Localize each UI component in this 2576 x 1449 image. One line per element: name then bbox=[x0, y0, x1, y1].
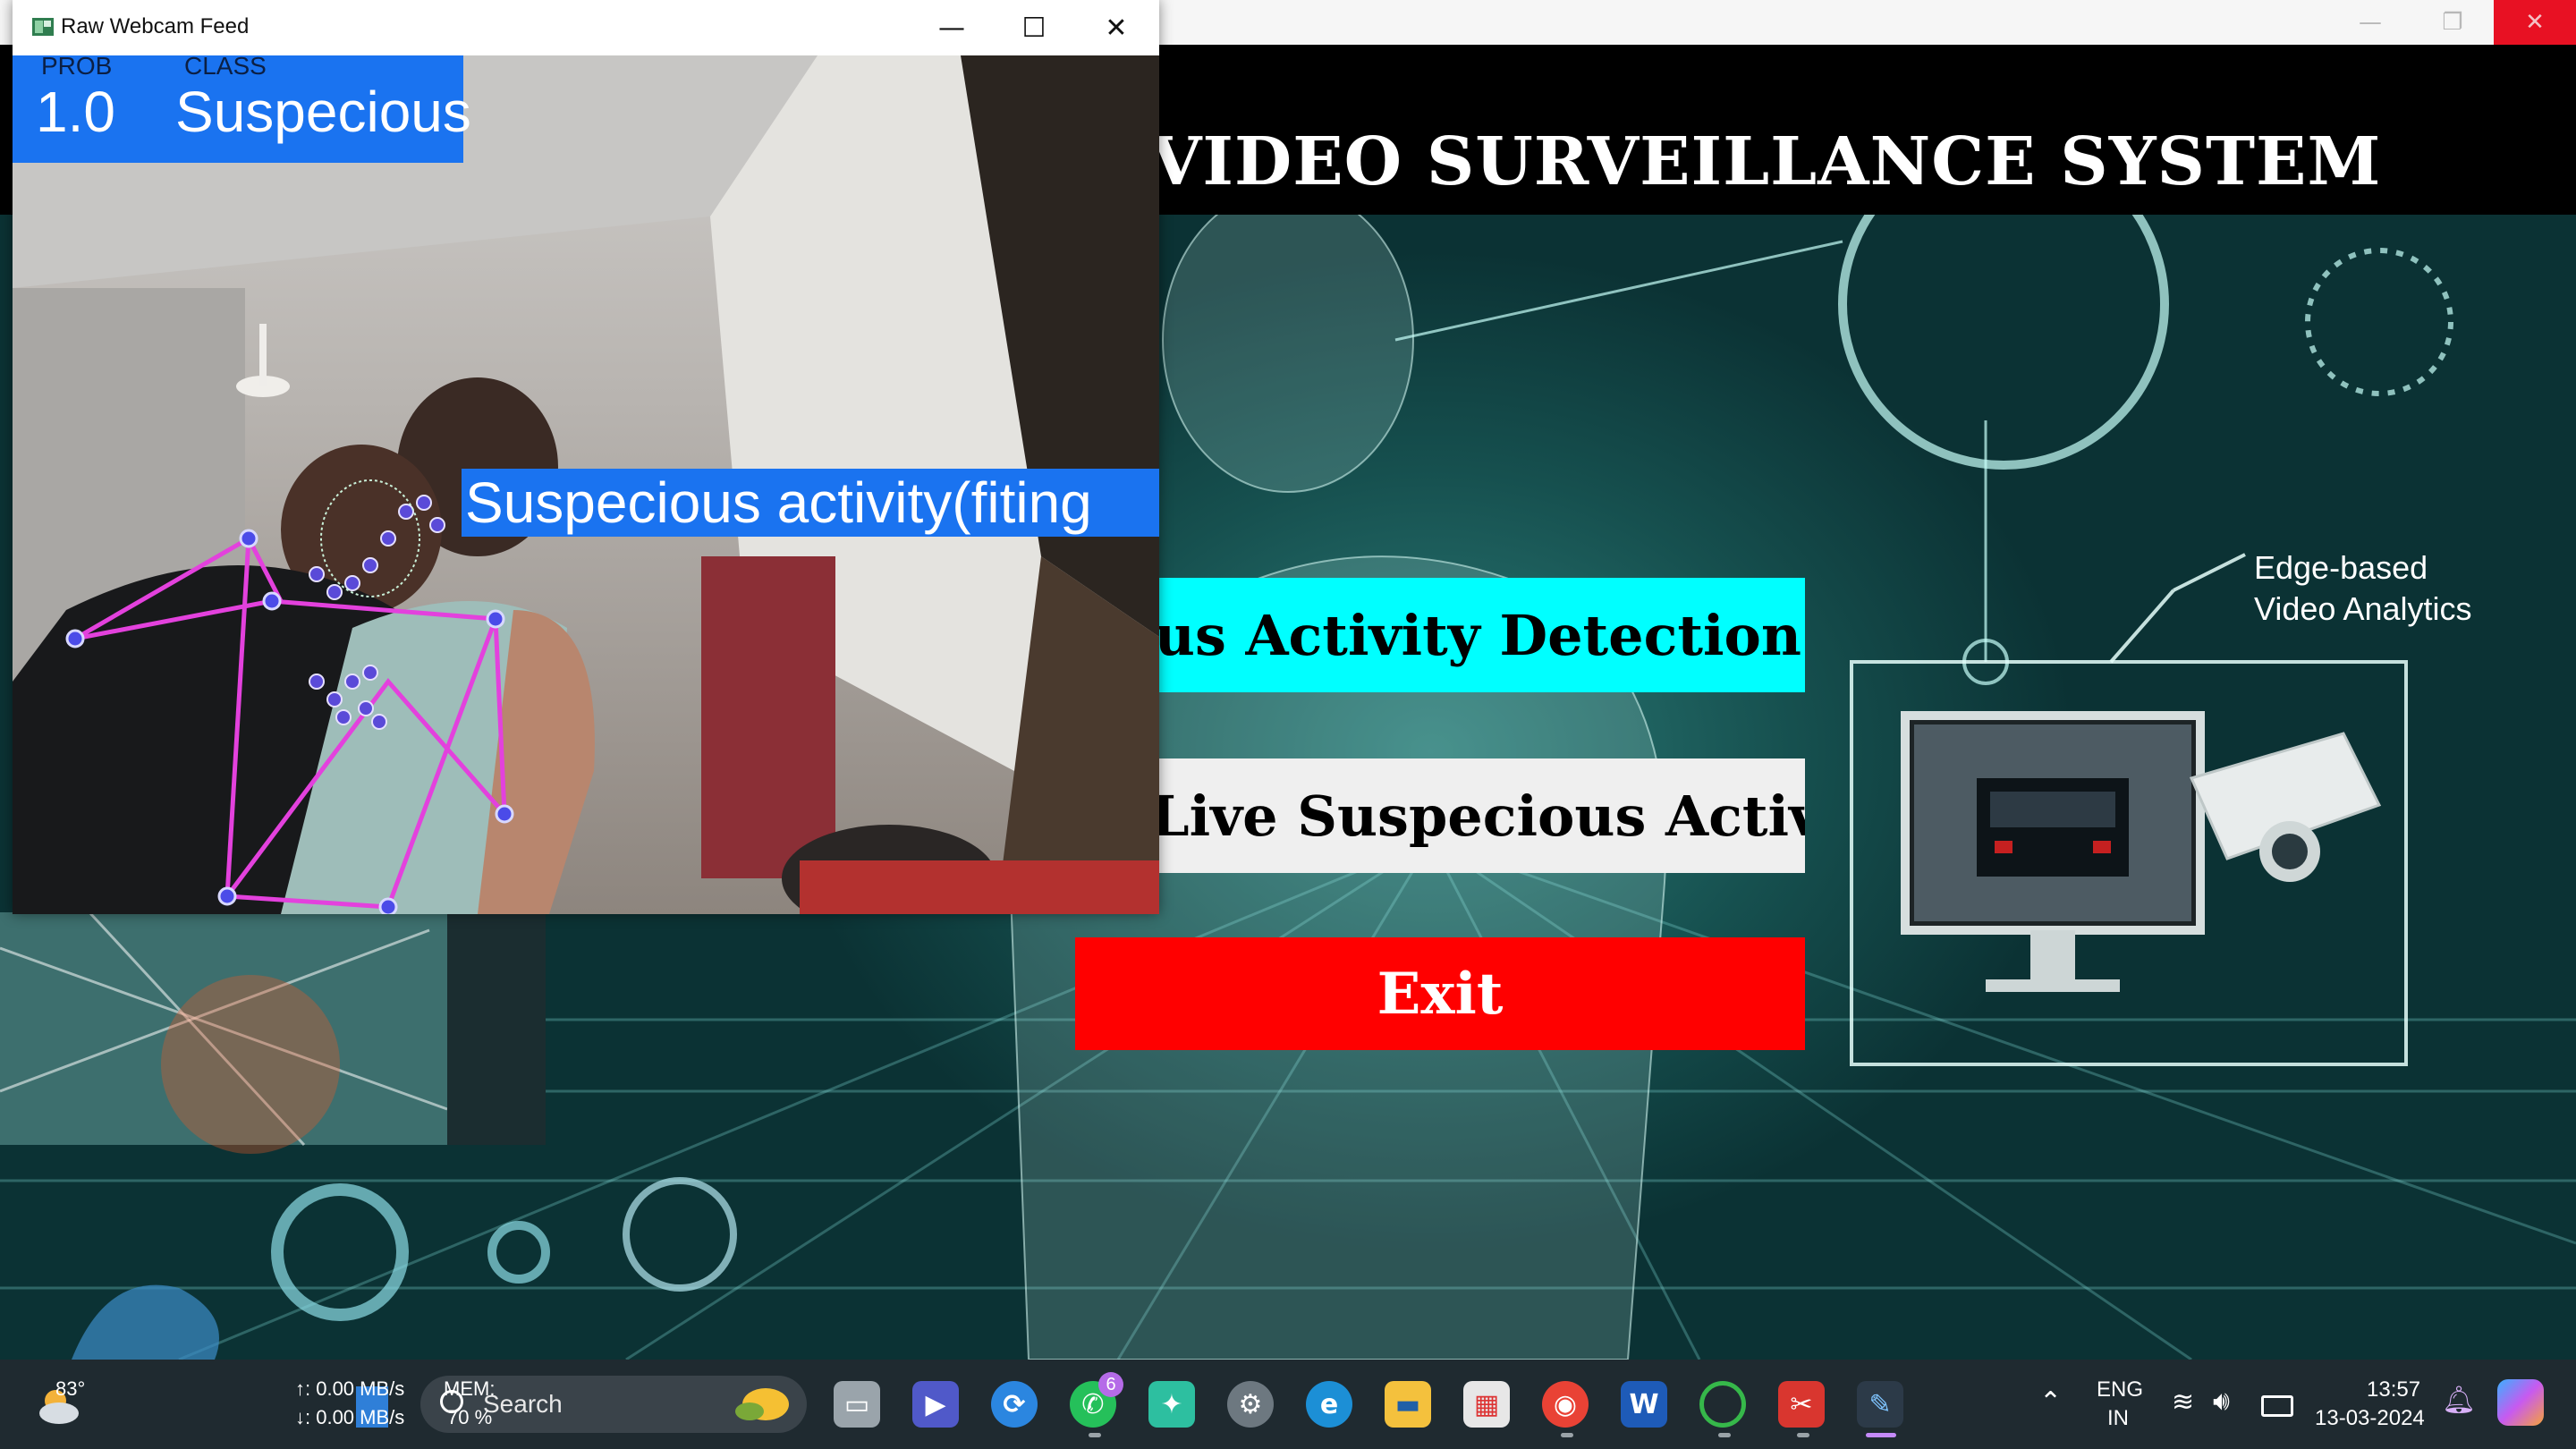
chrome-running-indicator bbox=[1561, 1433, 1573, 1437]
search-highlight-icon bbox=[730, 1383, 792, 1426]
battery-icon[interactable] bbox=[2261, 1395, 2293, 1417]
analytics-label-line2: Video Analytics bbox=[2254, 590, 2472, 627]
loading-app-icon[interactable] bbox=[1699, 1381, 1746, 1428]
suspicious-activity-detection-button[interactable]: pecious Activity Detection bbox=[1073, 578, 1805, 692]
taskbar: 83° ↑: 0.00 MB/s ↓: 0.00 MB/s Search MEM… bbox=[0, 1360, 2576, 1449]
live-suspicious-activity-button[interactable]: Live Suspecious Activity bbox=[1073, 758, 1805, 873]
pen-app-icon[interactable]: ✎ bbox=[1857, 1381, 1903, 1428]
wifi-icon[interactable]: ≋ bbox=[2172, 1386, 2194, 1418]
app-running-indicator bbox=[1718, 1433, 1731, 1437]
prediction-info-box: PROB CLASS 1.0 Suspecious bbox=[13, 55, 471, 163]
sync-icon[interactable]: ⟳ bbox=[991, 1381, 1038, 1428]
clock-time[interactable]: 13:57 bbox=[2367, 1377, 2420, 1402]
pen-app-active-indicator bbox=[1866, 1433, 1896, 1437]
webcam-app-icon bbox=[32, 18, 54, 36]
webcam-window: Raw Webcam Feed — ☐ ✕ PROB CLASS 1.0 Sus… bbox=[13, 0, 1159, 914]
edge-icon[interactable]: e bbox=[1306, 1381, 1352, 1428]
class-label: CLASS bbox=[184, 55, 267, 80]
whatsapp-running-indicator bbox=[1089, 1433, 1101, 1437]
snipping-tool-icon[interactable]: ✂ bbox=[1778, 1381, 1825, 1428]
network-download-speed: ↓: 0.00 MB/s bbox=[295, 1406, 405, 1428]
clock-date[interactable]: 13-03-2024 bbox=[2315, 1406, 2425, 1431]
network-upload-speed: ↑: 0.00 MB/s bbox=[295, 1377, 405, 1400]
copilot-icon[interactable] bbox=[2497, 1379, 2544, 1426]
snipping-running-indicator bbox=[1797, 1433, 1809, 1437]
memory-label: MEM: bbox=[444, 1377, 496, 1400]
exit-button[interactable]: Exit bbox=[1075, 937, 1805, 1050]
app-minimize-button[interactable]: — bbox=[2329, 0, 2411, 45]
app-maximize-button[interactable]: ❐ bbox=[2411, 0, 2494, 45]
volume-icon[interactable]: 🔊︎ bbox=[2213, 1386, 2230, 1417]
webcam-minimize-button[interactable]: — bbox=[911, 0, 993, 55]
webcam-maximize-button[interactable]: ☐ bbox=[993, 0, 1075, 55]
weather-temperature: 83° bbox=[55, 1377, 86, 1400]
meet-icon[interactable]: ▶ bbox=[912, 1381, 959, 1428]
analytics-label-line1: Edge-based bbox=[2254, 549, 2428, 586]
memory-value: 70 % bbox=[447, 1406, 493, 1428]
app-close-button[interactable]: ✕ bbox=[2494, 0, 2576, 45]
class-value: Suspecious bbox=[175, 80, 471, 144]
webcam-titlebar[interactable]: Raw Webcam Feed — ☐ ✕ bbox=[13, 0, 1159, 55]
store-icon[interactable]: ▦ bbox=[1463, 1381, 1510, 1428]
task-view-icon[interactable]: ▭ bbox=[834, 1381, 880, 1428]
activity-banner: Suspecious activity(fiting bbox=[462, 469, 1159, 537]
chrome-icon[interactable]: ◉ bbox=[1542, 1381, 1589, 1428]
webcam-window-title: Raw Webcam Feed bbox=[61, 14, 250, 38]
word-icon[interactable]: W bbox=[1621, 1381, 1667, 1428]
settings-icon[interactable]: ⚙ bbox=[1227, 1381, 1274, 1428]
webcam-video-feed: PROB CLASS 1.0 Suspecious Suspecious act… bbox=[13, 55, 1159, 914]
analytics-label: Edge-based Video Analytics bbox=[2254, 547, 2472, 630]
whatsapp-badge: 6 bbox=[1098, 1372, 1123, 1397]
show-hidden-icons-chevron-up-icon[interactable]: ⌃ bbox=[2039, 1386, 2062, 1418]
widgets-icon[interactable]: ✦ bbox=[1148, 1381, 1195, 1428]
notification-bell-icon[interactable]: 🔔︎ bbox=[2442, 1385, 2476, 1416]
prob-value: 1.0 bbox=[36, 80, 115, 144]
language-code[interactable]: ENG bbox=[2097, 1377, 2143, 1402]
webcam-close-button[interactable]: ✕ bbox=[1075, 0, 1157, 55]
prob-label: PROB bbox=[41, 55, 113, 80]
app-title: VIDEO SURVEILLANCE SYSTEM bbox=[1150, 123, 2382, 200]
language-region[interactable]: IN bbox=[2107, 1406, 2129, 1431]
file-explorer-icon[interactable]: ▬ bbox=[1385, 1381, 1431, 1428]
